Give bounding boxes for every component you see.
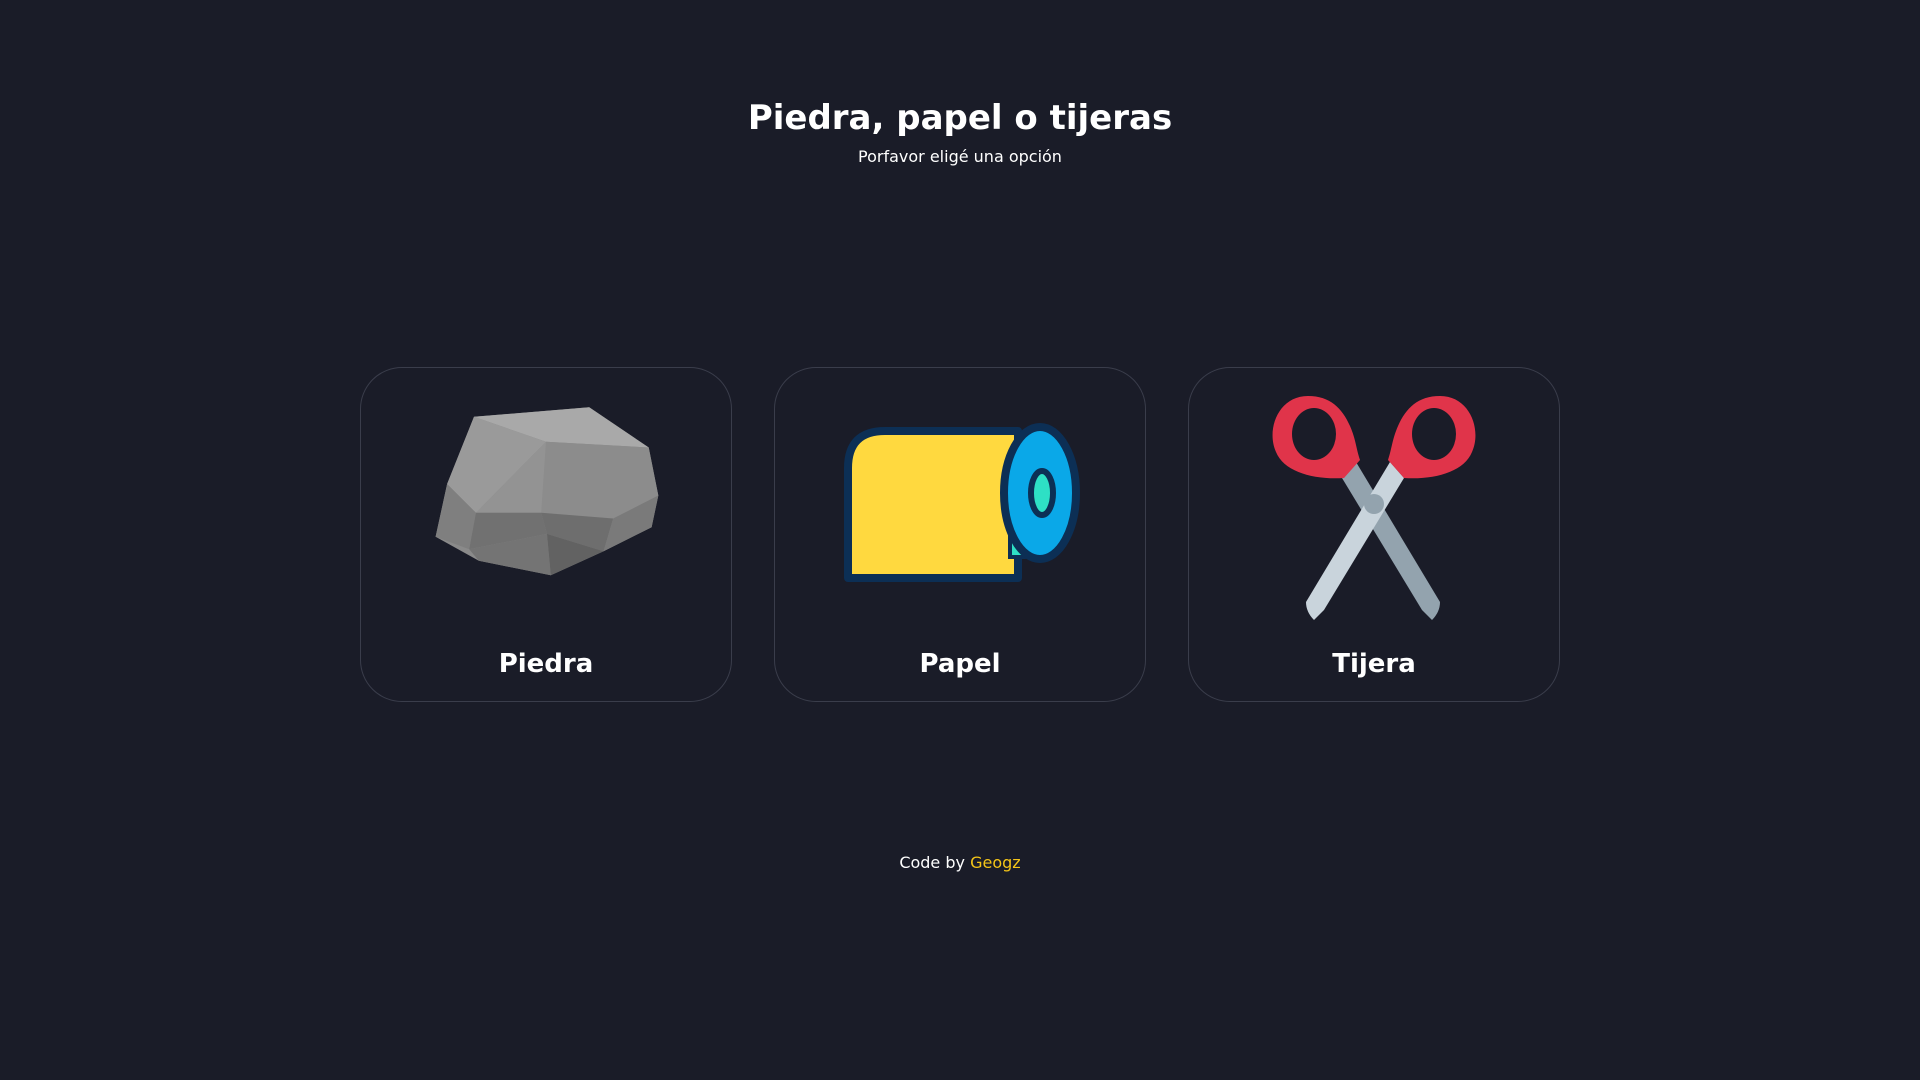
option-card-tijera[interactable]: Tijera	[1188, 367, 1560, 702]
scissors-icon	[1254, 388, 1494, 628]
options-grid: Piedra Papel Tijera	[360, 367, 1560, 704]
page-subtitle: Porfavor eligé una opción	[858, 147, 1062, 166]
header: Piedra, papel o tijeras Porfavor eligé u…	[0, 96, 1920, 168]
footer-prefix: Code by	[899, 853, 965, 872]
game-page: Piedra, papel o tijeras Porfavor eligé u…	[0, 0, 1920, 1080]
option-card-piedra[interactable]: Piedra	[360, 367, 732, 702]
option-card-papel[interactable]: Papel	[774, 367, 1146, 702]
option-label-tijera: Tijera	[1332, 649, 1416, 679]
page-title: Piedra, papel o tijeras	[747, 98, 1173, 138]
rock-icon	[426, 388, 666, 628]
footer: Code by Geogz	[0, 852, 1920, 874]
option-label-papel: Papel	[919, 649, 1001, 679]
option-label-piedra: Piedra	[498, 649, 594, 679]
paper-roll-icon	[840, 388, 1080, 628]
author-link[interactable]: Geogz	[970, 853, 1021, 872]
